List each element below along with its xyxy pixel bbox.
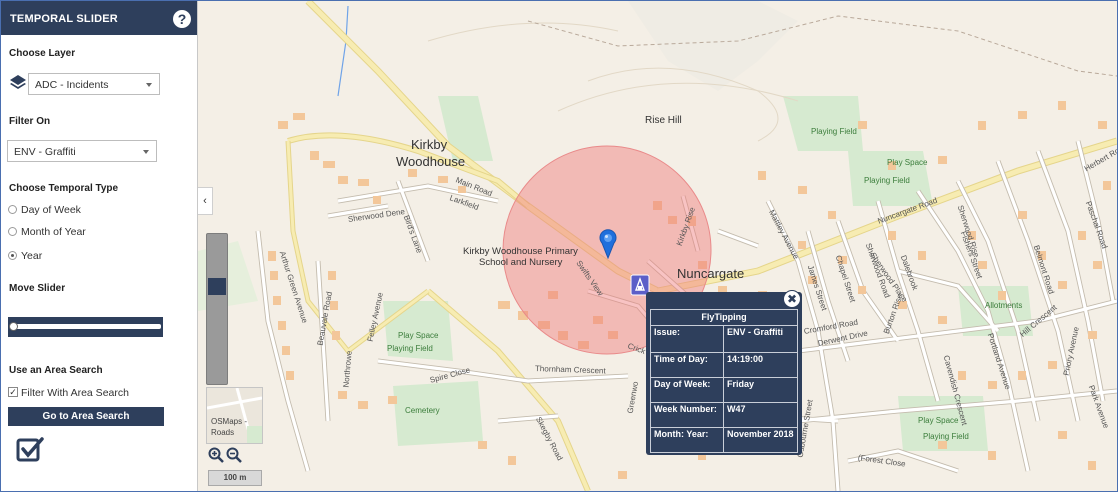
help-icon[interactable]: ? bbox=[173, 10, 191, 28]
popup-row: Time of Day: 14:19:00 bbox=[650, 352, 798, 378]
place-label-rise-hill: Rise Hill bbox=[645, 115, 682, 126]
allotments-label: Allotments bbox=[985, 301, 1023, 310]
radio-label: Year bbox=[21, 250, 43, 262]
checklist-icon[interactable] bbox=[15, 435, 45, 465]
popup-table: FlyTipping Issue: ENV - Graffiti Time of… bbox=[650, 309, 798, 453]
panel-title: TEMPORAL SLIDER bbox=[10, 13, 118, 25]
radio-button[interactable] bbox=[8, 205, 17, 214]
map-pin-icon[interactable] bbox=[598, 229, 618, 259]
place-label-kirkby: Kirkby bbox=[411, 137, 448, 152]
temporal-slider-panel: TEMPORAL SLIDER ? Choose Layer ADC - Inc… bbox=[1, 1, 198, 491]
zoom-slider-handle[interactable] bbox=[208, 278, 226, 295]
chevron-down-icon bbox=[146, 83, 152, 87]
popup-row: Issue: ENV - Graffiti bbox=[650, 325, 798, 353]
filter-select-value: ENV - Graffiti bbox=[14, 146, 76, 158]
filter-area-checkbox-label: Filter With Area Search bbox=[21, 387, 129, 399]
popup-row-label: Time of Day: bbox=[650, 352, 724, 378]
zoom-slider[interactable] bbox=[206, 233, 228, 385]
popup-row-label: Week Number: bbox=[650, 402, 724, 428]
slider-rail[interactable] bbox=[10, 324, 161, 329]
incident-popup: ✖ FlyTipping Issue: ENV - Graffiti Time … bbox=[646, 290, 802, 455]
chevron-down-icon bbox=[143, 150, 149, 154]
collapse-panel-button[interactable]: ‹ bbox=[198, 187, 213, 215]
slider-handle[interactable] bbox=[9, 322, 18, 331]
popup-row-value: Friday bbox=[723, 377, 798, 403]
radio-button[interactable] bbox=[8, 227, 17, 236]
popup-row-value: W47 bbox=[723, 402, 798, 428]
popup-row-value: 14:19:00 bbox=[723, 352, 798, 378]
school-label-line1: Kirkby Woodhouse Primary bbox=[463, 246, 578, 257]
popup-row: Month: Year: November 2018 bbox=[650, 427, 798, 453]
temporal-slider[interactable] bbox=[8, 317, 163, 337]
go-to-area-search-button[interactable]: Go to Area Search bbox=[8, 407, 164, 426]
cemetery-label: Cemetery bbox=[405, 406, 440, 415]
radio-button[interactable] bbox=[8, 251, 17, 260]
basemap-label-line1: OSMaps - bbox=[211, 417, 248, 426]
app-frame: Kirkby Woodhouse Nuncargate Rise Hill Ki… bbox=[0, 0, 1118, 492]
layers-icon bbox=[10, 75, 26, 89]
basemap-switcher[interactable]: OSMaps - Roads bbox=[206, 387, 263, 444]
popup-row-value: November 2018 bbox=[723, 427, 798, 453]
panel-header: TEMPORAL SLIDER ? bbox=[1, 1, 197, 35]
playing-field-label: Playing Field bbox=[387, 344, 433, 353]
play-space-label: Play Space bbox=[398, 331, 439, 340]
filter-select[interactable]: ENV - Graffiti bbox=[7, 140, 157, 162]
popup-row-label: Issue: bbox=[650, 325, 724, 353]
filter-area-checkbox[interactable]: ✓ bbox=[8, 387, 18, 397]
move-slider-label: Move Slider bbox=[9, 283, 66, 294]
radio-label: Day of Week bbox=[21, 204, 81, 216]
popup-row-value: ENV - Graffiti bbox=[723, 325, 798, 353]
zoom-out-icon[interactable] bbox=[226, 447, 242, 463]
basemap-label: OSMaps - Roads bbox=[211, 416, 247, 438]
radio-label: Month of Year bbox=[21, 226, 86, 238]
popup-row: Week Number: W47 bbox=[650, 402, 798, 428]
place-label-woodhouse: Woodhouse bbox=[396, 154, 466, 169]
playing-field-label: Playing Field bbox=[864, 176, 910, 185]
temporal-type-label: Choose Temporal Type bbox=[9, 183, 119, 194]
playing-field-label: Playing Field bbox=[923, 432, 969, 441]
layer-select[interactable]: ADC - Incidents bbox=[28, 73, 160, 95]
basemap-label-line2: Roads bbox=[211, 428, 235, 437]
popup-title: FlyTipping bbox=[650, 309, 798, 326]
popup-row: Day of Week: Friday bbox=[650, 377, 798, 403]
zoom-in-icon[interactable] bbox=[208, 447, 224, 463]
scale-bar: 100 m bbox=[208, 470, 262, 486]
place-label-nuncargate: Nuncargate bbox=[677, 266, 745, 281]
popup-close-button[interactable]: ✖ bbox=[783, 290, 801, 308]
filter-on-label: Filter On bbox=[9, 116, 51, 127]
play-space-label: Play Space bbox=[887, 158, 928, 167]
play-space-label: Play Space bbox=[918, 416, 959, 425]
school-label-line2: School and Nursery bbox=[479, 257, 563, 268]
area-search-label: Use an Area Search bbox=[9, 365, 103, 376]
popup-row-label: Month: Year: bbox=[650, 427, 724, 453]
choose-layer-label: Choose Layer bbox=[9, 48, 76, 59]
playing-field-label: Playing Field bbox=[811, 127, 857, 136]
popup-row-label: Day of Week: bbox=[650, 377, 724, 403]
layer-select-value: ADC - Incidents bbox=[35, 79, 109, 91]
